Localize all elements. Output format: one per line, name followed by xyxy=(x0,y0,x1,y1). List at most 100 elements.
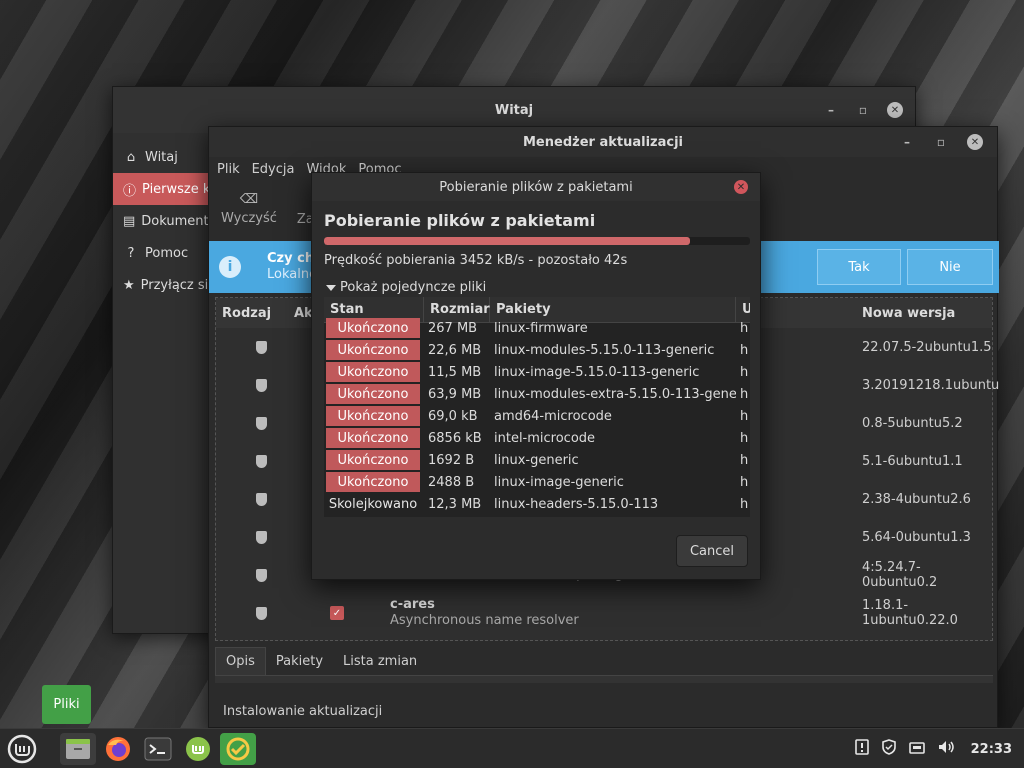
package-name: linux-firmware xyxy=(494,320,588,336)
status-badge: Ukończono xyxy=(326,472,420,492)
file-uri: h xyxy=(740,342,749,358)
close-icon[interactable]: ✕ xyxy=(734,180,748,194)
file-size: 2488 B xyxy=(428,474,475,490)
close-icon[interactable]: ✕ xyxy=(887,102,903,118)
sidebar-item[interactable]: ⌂ Witaj xyxy=(113,141,209,173)
clear-button[interactable]: ⌫ Wyczyść xyxy=(221,192,277,226)
file-row[interactable]: Ukończono 2488 B linux-image-generic h xyxy=(324,471,750,493)
update-manager-titlebar[interactable]: Menedżer aktualizacji – ▫ ✕ xyxy=(209,127,997,157)
security-shield-icon xyxy=(256,606,267,620)
sidebar-item-label: Dokumentacja xyxy=(141,213,209,229)
col-packages[interactable]: Pakiety xyxy=(490,297,736,322)
status-badge: Ukończono xyxy=(326,428,420,448)
files-icon[interactable] xyxy=(60,733,96,765)
sidebar-item[interactable]: ? Pomoc xyxy=(113,237,209,269)
file-row[interactable]: Ukończono 63,9 MB linux-modules-extra-5.15… xyxy=(324,383,750,405)
security-shield-icon xyxy=(256,378,267,392)
file-row[interactable]: Skolejkowano 12,3 MB linux-headers-5.15.0-… xyxy=(324,493,750,515)
download-speed: Prędkość pobierania 3452 kB/s - pozostał… xyxy=(324,253,628,268)
file-size: 1692 B xyxy=(428,452,475,468)
minimize-icon[interactable]: – xyxy=(823,102,839,118)
new-version: 2.38-4ubuntu2.6 xyxy=(862,491,971,507)
sidebar-item[interactable]: ★ Przyłącz się xyxy=(113,269,209,301)
expander-label: Pokaż pojedyncze pliki xyxy=(340,280,487,295)
details-panel xyxy=(215,675,993,683)
new-version: 4:5.24.7-0ubuntu0.2 xyxy=(862,560,938,590)
status-badge: Ukończono xyxy=(326,450,420,470)
menu-edit[interactable]: Edycja xyxy=(252,162,295,177)
file-row[interactable]: Ukończono 22,6 MB linux-modules-5.15.0-113… xyxy=(324,339,750,361)
sidebar-item[interactable]: ▤ Dokumentacja xyxy=(113,205,209,237)
sidebar-item-label: Pomoc xyxy=(145,245,189,261)
close-icon[interactable]: ✕ xyxy=(967,134,983,150)
status-badge: Ukończono xyxy=(326,340,420,360)
tab-description[interactable]: Opis xyxy=(215,647,266,675)
backspace-icon: ⌫ xyxy=(239,192,259,207)
sidebar-item[interactable]: ⓘ Pierwsze kroki xyxy=(113,173,209,205)
status-badge: Skolejkowano xyxy=(328,496,418,512)
new-version: 0.8-5ubuntu5.2 xyxy=(862,415,963,431)
file-row[interactable]: Ukończono 6856 kB intel-microcode h xyxy=(324,427,750,449)
tab-packages[interactable]: Pakiety xyxy=(266,647,333,675)
file-row[interactable]: Ukończono 69,0 kB amd64-microcode h xyxy=(324,405,750,427)
file-row[interactable]: Ukończono 267 MB linux-firmware h xyxy=(324,317,750,339)
file-size: 22,6 MB xyxy=(428,342,482,358)
menu-icon[interactable] xyxy=(6,733,38,765)
yes-button[interactable]: Tak xyxy=(817,249,901,285)
update-row[interactable]: c-ares Asynchronous name resolver ✓ 1.18.1-… xyxy=(216,594,992,632)
sidebar-item-label: Przyłącz się xyxy=(140,277,209,293)
firefox-icon[interactable] xyxy=(102,733,134,765)
help-icon: ? xyxy=(127,245,135,261)
files-tooltip: Pliki xyxy=(42,685,91,724)
file-row[interactable]: Ukończono 11,5 MB linux-image-5.15.0-113-g… xyxy=(324,361,750,383)
file-row[interactable]: Ukończono 1692 B linux-generic h xyxy=(324,449,750,471)
security-shield-icon xyxy=(256,416,267,430)
menu-file[interactable]: Plik xyxy=(217,162,240,177)
shield-icon[interactable] xyxy=(881,739,897,759)
col-upgrade[interactable]: Ak xyxy=(294,306,313,321)
show-files-expander[interactable]: Pokaż pojedyncze pliki xyxy=(326,280,486,295)
welcome-sidebar: ⌂ Witaj ⓘ Pierwsze kroki ▤ Dokumentacja? Pomoc… xyxy=(113,133,209,633)
file-uri: h xyxy=(740,320,749,336)
star-icon: ★ xyxy=(123,277,135,293)
package-name: linux-modules-5.15.0-113-generic xyxy=(494,342,715,358)
security-shield-icon xyxy=(256,340,267,354)
dialog-titlebar[interactable]: Pobieranie plików z pakietami ✕ xyxy=(312,173,760,201)
new-version: 5.1-6ubuntu1.1 xyxy=(862,453,963,469)
file-uri: h xyxy=(740,386,749,402)
update-manager-icon[interactable] xyxy=(220,733,256,765)
welcome-title: Witaj xyxy=(494,102,534,118)
col-new-version[interactable]: Nowa wersja xyxy=(862,306,955,321)
minimize-icon[interactable]: – xyxy=(899,134,915,150)
status-badge: Ukończono xyxy=(326,318,420,338)
mintinstall-icon[interactable] xyxy=(182,733,214,765)
file-size: 12,3 MB xyxy=(428,496,482,512)
col-uri[interactable]: U xyxy=(736,297,750,322)
package-name: linux-image-5.15.0-113-generic xyxy=(494,364,700,380)
no-button[interactable]: Nie xyxy=(907,249,993,285)
maximize-icon[interactable]: ▫ xyxy=(933,134,949,150)
security-shield-icon xyxy=(256,454,267,468)
sidebar-item-label: Pierwsze kroki xyxy=(142,181,209,197)
cancel-button[interactable]: Cancel xyxy=(676,535,748,567)
info-circle-icon: ⓘ xyxy=(123,183,137,199)
network-icon[interactable] xyxy=(908,740,925,758)
download-progress-bar xyxy=(324,237,750,245)
col-type[interactable]: Rodzaj xyxy=(222,306,271,321)
terminal-icon[interactable] xyxy=(142,733,174,765)
package-name: intel-microcode xyxy=(494,430,596,446)
file-uri: h xyxy=(740,430,749,446)
tab-changelog[interactable]: Lista zmian xyxy=(333,647,427,675)
upgrade-checkbox[interactable]: ✓ xyxy=(330,606,344,620)
file-uri: h xyxy=(740,496,749,512)
clock[interactable]: 22:33 xyxy=(971,742,1012,757)
files-table: Stan Rozmiar Pakiety U Ukończono 267 MB li… xyxy=(324,297,750,517)
security-shield-icon xyxy=(256,492,267,506)
progress-fill xyxy=(324,237,691,245)
status-badge: Ukończono xyxy=(326,362,420,382)
col-size[interactable]: Rozmiar xyxy=(424,297,490,322)
taskbar: 22:33 xyxy=(0,728,1024,768)
update-notice-icon[interactable] xyxy=(854,739,869,759)
volume-icon[interactable] xyxy=(937,739,955,759)
maximize-icon[interactable]: ▫ xyxy=(855,102,871,118)
